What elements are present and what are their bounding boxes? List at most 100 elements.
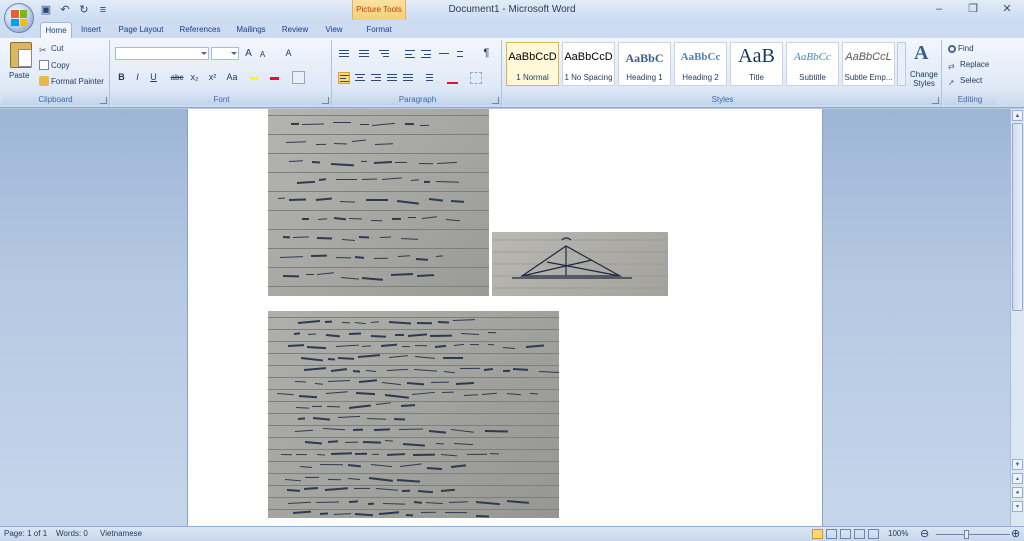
zoom-level[interactable]: 100% <box>888 529 908 538</box>
handwriting-stroke <box>490 453 500 455</box>
bullets-icon[interactable] <box>338 48 350 60</box>
font-color-icon[interactable] <box>268 71 281 84</box>
cut-button[interactable]: ✂ Cut <box>39 44 63 55</box>
increase-indent-icon[interactable] <box>420 48 432 60</box>
change-case-button[interactable]: Aa <box>224 71 240 84</box>
copy-button[interactable]: Copy <box>39 60 70 70</box>
shading-icon[interactable] <box>446 72 458 84</box>
tab-review[interactable]: Review <box>278 22 312 38</box>
restore-button[interactable]: ❐ <box>956 0 990 18</box>
distributed-icon[interactable] <box>402 72 414 84</box>
style-normal[interactable]: AaBbCcD 1 Normal <box>506 42 559 86</box>
scroll-thumb[interactable] <box>1012 123 1023 311</box>
styles-group-label: Styles <box>504 94 941 105</box>
clear-formatting-button[interactable]: A <box>282 47 295 60</box>
tab-page-layout[interactable]: Page Layout <box>114 22 168 38</box>
handwritten-notes-image-1[interactable] <box>268 109 489 296</box>
web-layout-icon[interactable] <box>840 529 851 539</box>
tab-view[interactable]: View <box>320 22 348 38</box>
underline-button[interactable]: U <box>147 71 160 84</box>
bold-button[interactable]: B <box>115 71 128 84</box>
select-button[interactable]: ➚ Select <box>948 76 982 88</box>
outline-icon[interactable] <box>854 529 865 539</box>
ruled-line <box>268 248 489 249</box>
dialog-launcher-icon[interactable] <box>492 97 499 104</box>
undo-icon[interactable]: ↶ <box>57 3 73 17</box>
handwritten-notes-image-2[interactable] <box>268 311 559 518</box>
redo-icon[interactable]: ↻ <box>76 3 92 17</box>
scroll-down-icon[interactable]: ▼ <box>1012 459 1023 470</box>
numbering-icon[interactable] <box>358 48 370 60</box>
styles-scroll[interactable] <box>897 42 906 86</box>
save-icon[interactable]: ▣ <box>38 3 54 17</box>
document-page[interactable] <box>187 109 823 526</box>
print-layout-icon[interactable] <box>812 529 823 539</box>
previous-page-icon[interactable]: ▴ <box>1012 473 1023 484</box>
find-label: Find <box>958 44 974 53</box>
superscript-button[interactable]: x² <box>206 71 219 84</box>
word-count[interactable]: Words: 0 <box>56 529 88 538</box>
highlight-icon[interactable] <box>248 71 261 84</box>
tab-references[interactable]: References <box>176 22 224 38</box>
subscript-button[interactable]: x₂ <box>188 71 201 84</box>
draft-icon[interactable] <box>868 529 879 539</box>
style-subtle-emphasis[interactable]: AaBbCcL Subtle Emp... <box>842 42 895 86</box>
vertical-scrollbar[interactable]: ▲ ▼ ▴ ● ▾ <box>1010 109 1024 526</box>
style-heading-1[interactable]: AaBbC Heading 1 <box>618 42 671 86</box>
replace-button[interactable]: ⇄ Replace <box>948 60 989 72</box>
find-button[interactable]: Find <box>948 44 974 53</box>
next-page-icon[interactable]: ▾ <box>1012 501 1023 512</box>
character-shading-icon[interactable] <box>292 71 305 84</box>
format-painter-button[interactable]: Format Painter <box>39 76 104 86</box>
sort-icon[interactable] <box>456 48 468 60</box>
style-title[interactable]: AaB Title <box>730 42 783 86</box>
window-title: Document1 - Microsoft Word <box>448 4 576 15</box>
triangle-sketch-image[interactable] <box>492 232 668 296</box>
asian-layout-icon[interactable] <box>438 48 450 60</box>
dialog-launcher-icon[interactable] <box>322 97 329 104</box>
borders-icon[interactable] <box>470 72 482 84</box>
zoom-slider[interactable] <box>936 534 1010 535</box>
office-button[interactable] <box>4 3 34 33</box>
grow-font-button[interactable]: A <box>242 47 255 60</box>
zoom-slider-thumb[interactable] <box>964 530 969 539</box>
justify-icon[interactable] <box>386 72 398 84</box>
browse-object-icon[interactable]: ● <box>1012 487 1023 498</box>
change-styles-button[interactable]: A Change Styles <box>908 40 940 94</box>
tab-mailings[interactable]: Mailings <box>232 22 270 38</box>
tab-home[interactable]: Home <box>40 22 72 38</box>
scroll-up-icon[interactable]: ▲ <box>1012 110 1023 121</box>
style-subtitle[interactable]: AaBbCc Subtitle <box>786 42 839 86</box>
italic-button[interactable]: I <box>131 71 144 84</box>
strikethrough-button[interactable]: abc <box>168 71 186 84</box>
dialog-launcher-icon[interactable] <box>100 97 107 104</box>
paste-button[interactable]: Paste <box>2 40 38 92</box>
align-center-icon[interactable] <box>354 72 366 84</box>
handwriting-stroke <box>399 463 422 467</box>
tab-format[interactable]: Format <box>358 22 400 38</box>
language-indicator[interactable]: Vietnamese <box>100 529 142 538</box>
font-size-combo[interactable] <box>211 47 239 60</box>
align-left-icon[interactable] <box>338 72 350 84</box>
close-button[interactable]: ✕ <box>990 0 1024 18</box>
align-right-icon[interactable] <box>370 72 382 84</box>
style-no-spacing[interactable]: AaBbCcD 1 No Spacing <box>562 42 615 86</box>
minimize-button[interactable]: – <box>922 0 956 18</box>
customize-icon[interactable]: ≡ <box>95 3 111 17</box>
tab-insert[interactable]: Insert <box>76 22 106 38</box>
page-count[interactable]: Page: 1 of 1 <box>4 529 47 538</box>
handwriting-stroke <box>328 379 350 382</box>
handwriting-stroke <box>391 217 401 220</box>
decrease-indent-icon[interactable] <box>404 48 416 60</box>
shrink-font-button[interactable]: A <box>256 48 269 61</box>
style-heading-2[interactable]: AaBbCc Heading 2 <box>674 42 727 86</box>
line-spacing-icon[interactable] <box>422 72 434 84</box>
zoom-in-icon[interactable]: ⊕ <box>1011 527 1020 540</box>
handwriting-stroke <box>304 477 319 479</box>
show-marks-button[interactable]: ¶ <box>480 47 493 60</box>
font-name-combo[interactable] <box>115 47 209 60</box>
multilevel-list-icon[interactable] <box>378 48 390 60</box>
dialog-launcher-icon[interactable] <box>932 97 939 104</box>
full-screen-reading-icon[interactable] <box>826 529 837 539</box>
zoom-out-icon[interactable]: ⊖ <box>920 527 929 540</box>
